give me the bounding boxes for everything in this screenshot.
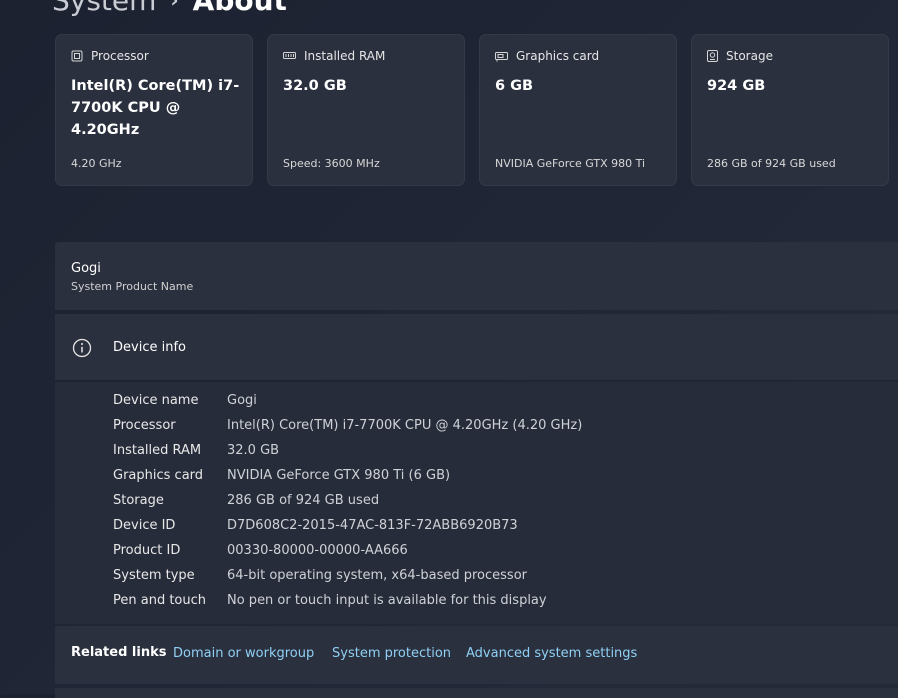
advanced-system-settings-link[interactable]: Advanced system settings (466, 646, 637, 661)
spec-label: Device ID (113, 518, 176, 533)
device-info-title: Device info (113, 340, 186, 355)
product-name: Gogi (71, 261, 101, 276)
graphics-card-card: Graphics card 6 GB NVIDIA GeForce GTX 98… (479, 34, 677, 186)
processor-card-label: Processor (91, 49, 149, 63)
spec-value: NVIDIA GeForce GTX 980 Ti (6 GB) (227, 468, 451, 483)
page-title: System › About (52, 0, 287, 17)
ram-card-label: Installed RAM (304, 49, 386, 63)
graphics-card-value: 6 GB (495, 78, 534, 94)
system-protection-link[interactable]: System protection (332, 646, 451, 661)
spec-label: Installed RAM (113, 443, 202, 458)
storage-card: Storage 924 GB 286 GB of 924 GB used (691, 34, 889, 186)
processor-icon (71, 50, 83, 62)
product-name-panel: Gogi System Product Name (55, 242, 898, 310)
ram-card-sub: Speed: 3600 MHz (283, 157, 380, 170)
storage-card-sub: 286 GB of 924 GB used (707, 157, 836, 170)
graphics-card-label: Graphics card (516, 49, 600, 63)
ram-card: Installed RAM 32.0 GB Speed: 3600 MHz (267, 34, 465, 186)
spec-value: 32.0 GB (227, 443, 280, 458)
processor-card-value: Intel(R) Core(TM) i7-7700K CPU @ 4.20GHz (71, 78, 240, 138)
storage-card-value: 924 GB (707, 78, 766, 94)
ram-icon (283, 51, 296, 61)
related-links-panel: Related links Domain or workgroup System… (55, 626, 898, 684)
product-name-caption: System Product Name (71, 280, 194, 293)
domain-or-workgroup-link[interactable]: Domain or workgroup (173, 646, 314, 661)
breadcrumb-current: About (192, 0, 287, 17)
spec-value: 64-bit operating system, x64-based proce… (227, 568, 527, 583)
spec-label: System type (113, 568, 195, 583)
spec-value: Intel(R) Core(TM) i7-7700K CPU @ 4.20GHz… (227, 418, 583, 433)
device-info-body: Device name Gogi Processor Intel(R) Core… (55, 382, 898, 624)
spec-value: Gogi (227, 393, 257, 408)
ram-card-value: 32.0 GB (283, 78, 347, 94)
device-info-header[interactable]: Device info (55, 314, 898, 381)
graphics-card-sub: NVIDIA GeForce GTX 980 Ti (495, 157, 646, 170)
spec-value: D7D608C2-2015-47AC-813F-72ABB6920B73 (227, 518, 518, 533)
spec-label: Device name (113, 393, 199, 408)
storage-card-label: Storage (726, 49, 773, 63)
info-icon (72, 338, 92, 362)
graphics-card-icon (495, 51, 508, 62)
spec-label: Product ID (113, 543, 181, 558)
next-section-edge (55, 688, 898, 698)
storage-icon (707, 50, 718, 62)
processor-card: Processor Intel(R) Core(TM) i7-7700K CPU… (55, 34, 253, 186)
related-links-label: Related links (71, 645, 167, 660)
spec-label: Processor (113, 418, 176, 433)
processor-card-sub: 4.20 GHz (71, 157, 122, 170)
spec-label: Pen and touch (113, 593, 207, 608)
spec-value: No pen or touch input is available for t… (227, 593, 547, 608)
spec-label: Graphics card (113, 468, 204, 483)
breadcrumb-separator: › (170, 0, 179, 12)
spec-value: 286 GB of 924 GB used (227, 493, 380, 508)
breadcrumb-parent[interactable]: System (52, 0, 156, 17)
spec-label: Storage (113, 493, 164, 508)
spec-value: 00330-80000-00000-AA666 (227, 543, 408, 558)
